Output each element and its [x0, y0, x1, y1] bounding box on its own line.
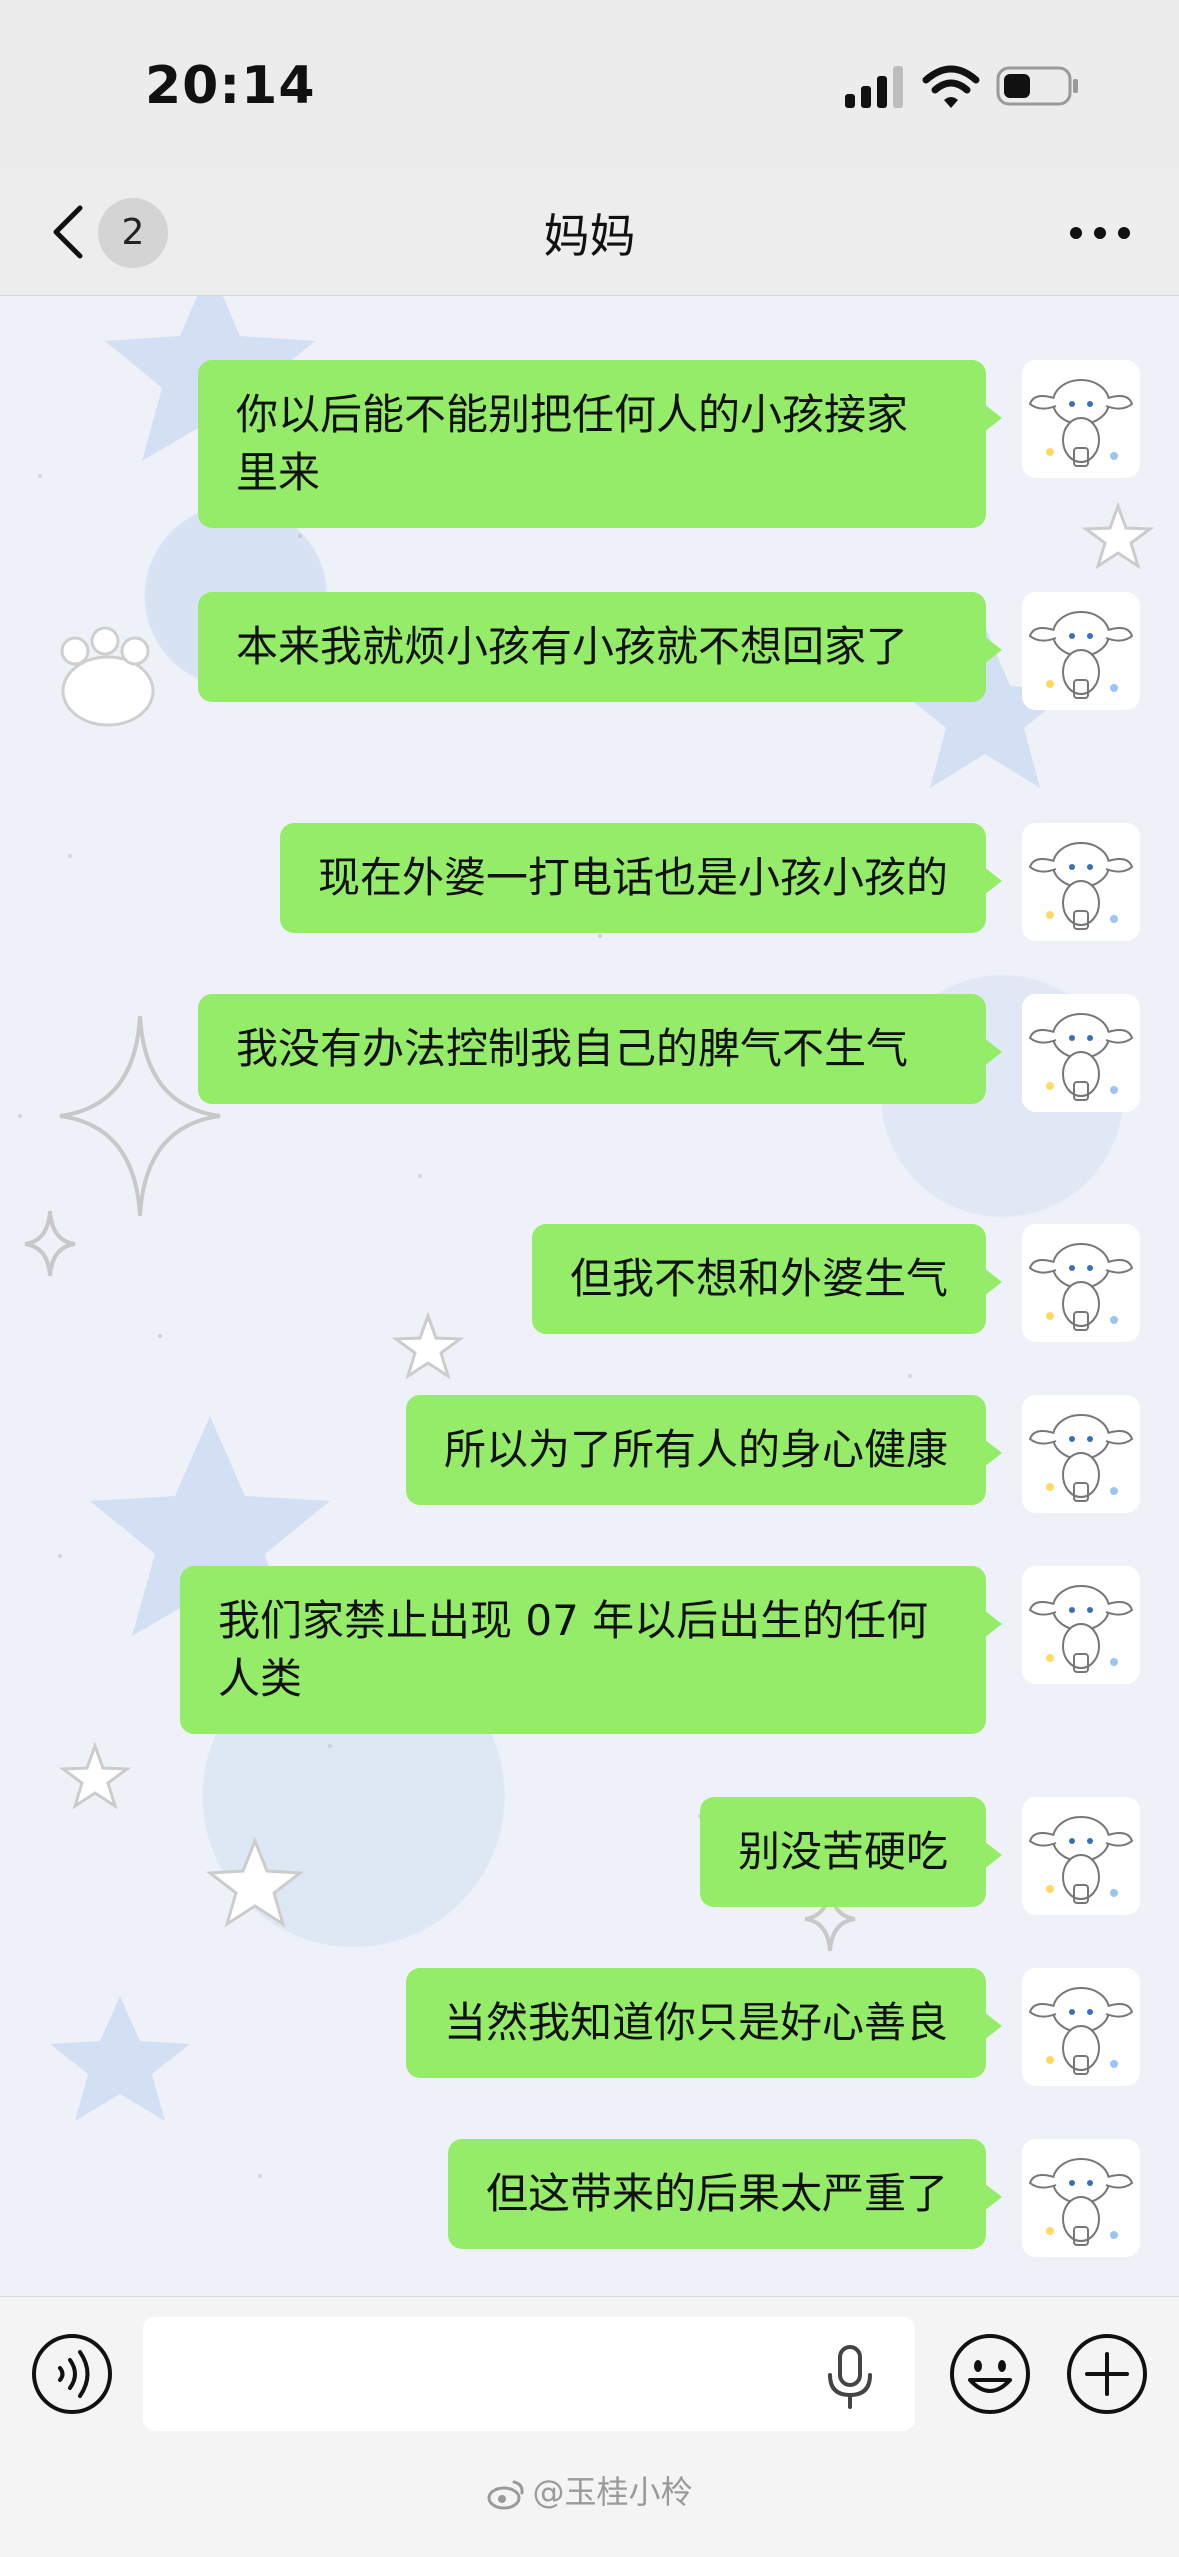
message-text: 但这带来的后果太严重了 [485, 2169, 948, 2218]
wifi-icon [922, 65, 980, 108]
message-bubble[interactable]: 你以后能不能别把任何人的小孩接家里来 [198, 360, 1002, 528]
message-text: 但我不想和外婆生气 [569, 1254, 948, 1303]
message-bubble[interactable]: 我们家禁止出现 07 年以后出生的任何人类 [180, 1566, 1002, 1734]
message-input[interactable] [143, 2317, 915, 2431]
my-avatar[interactable] [1022, 360, 1140, 478]
my-avatar[interactable] [1022, 1224, 1140, 1342]
message-text: 本来我就烦小孩有小孩就不想回家了 [236, 622, 909, 671]
cinnamoroll-avatar-icon [1022, 1797, 1140, 1915]
chat-header: 2 妈妈 [0, 170, 1179, 296]
voice-input-icon[interactable] [30, 2332, 114, 2416]
cinnamoroll-avatar-icon [1022, 1566, 1140, 1684]
message-bubble[interactable]: 我没有办法控制我自己的脾气不生气 [198, 994, 1002, 1104]
message-text: 当然我知道你只是好心善良 [443, 1998, 948, 2047]
message-bubble[interactable]: 所以为了所有人的身心健康 [405, 1395, 1003, 1505]
watermark: @玉桂小柃 [0, 2467, 1179, 2513]
message-bubble[interactable]: 当然我知道你只是好心善良 [405, 1968, 1003, 2078]
my-avatar[interactable] [1022, 1566, 1140, 1684]
cinnamoroll-avatar-icon [1022, 1968, 1140, 2086]
microphone-icon[interactable] [820, 2345, 880, 2411]
cinnamoroll-avatar-icon [1022, 1395, 1140, 1513]
watermark-text: @玉桂小柃 [532, 2473, 693, 2511]
add-more-icon[interactable] [1065, 2332, 1149, 2416]
cinnamoroll-avatar-icon [1022, 823, 1140, 941]
message-bubble[interactable]: 本来我就烦小孩有小孩就不想回家了 [198, 592, 1002, 702]
battery-icon [996, 66, 1078, 106]
message-text: 现在外婆一打电话也是小孩小孩的 [317, 853, 948, 902]
message-bubble[interactable]: 但这带来的后果太严重了 [447, 2139, 1003, 2249]
message-text: 我们家禁止出现 07 年以后出生的任何人类 [218, 1596, 929, 1703]
cellular-signal-icon [845, 66, 903, 108]
message-bubble[interactable]: 别没苦硬吃 [699, 1797, 1003, 1907]
cinnamoroll-avatar-icon [1022, 994, 1140, 1112]
chat-title: 妈妈 [543, 209, 636, 263]
more-options-icon[interactable] [1060, 198, 1140, 268]
message-text: 所以为了所有人的身心健康 [443, 1425, 948, 1474]
cinnamoroll-avatar-icon [1022, 360, 1140, 478]
my-avatar[interactable] [1022, 1968, 1140, 2086]
message-list[interactable]: 你以后能不能别把任何人的小孩接家里来 本来我就烦小孩有小孩就不想回家了 现在外婆… [0, 296, 1179, 2296]
my-avatar[interactable] [1022, 1797, 1140, 1915]
message-bubble[interactable]: 但我不想和外婆生气 [531, 1224, 1003, 1334]
message-bubble[interactable]: 现在外婆一打电话也是小孩小孩的 [279, 823, 1003, 933]
my-avatar[interactable] [1022, 592, 1140, 710]
my-avatar[interactable] [1022, 994, 1140, 1112]
cinnamoroll-avatar-icon [1022, 592, 1140, 710]
input-bar: @玉桂小柃 [0, 2296, 1179, 2557]
my-avatar[interactable] [1022, 1395, 1140, 1513]
status-time: 20:14 [145, 56, 316, 116]
emoji-icon[interactable] [948, 2332, 1032, 2416]
my-avatar[interactable] [1022, 2139, 1140, 2257]
cinnamoroll-avatar-icon [1022, 2139, 1140, 2257]
cinnamoroll-avatar-icon [1022, 1224, 1140, 1342]
message-text: 别没苦硬吃 [737, 1827, 948, 1876]
my-avatar[interactable] [1022, 823, 1140, 941]
status-bar: 20:14 [0, 0, 1179, 170]
message-text: 你以后能不能别把任何人的小孩接家里来 [236, 390, 909, 497]
message-text: 我没有办法控制我自己的脾气不生气 [236, 1024, 909, 1073]
weibo-logo-icon [487, 2480, 525, 2510]
